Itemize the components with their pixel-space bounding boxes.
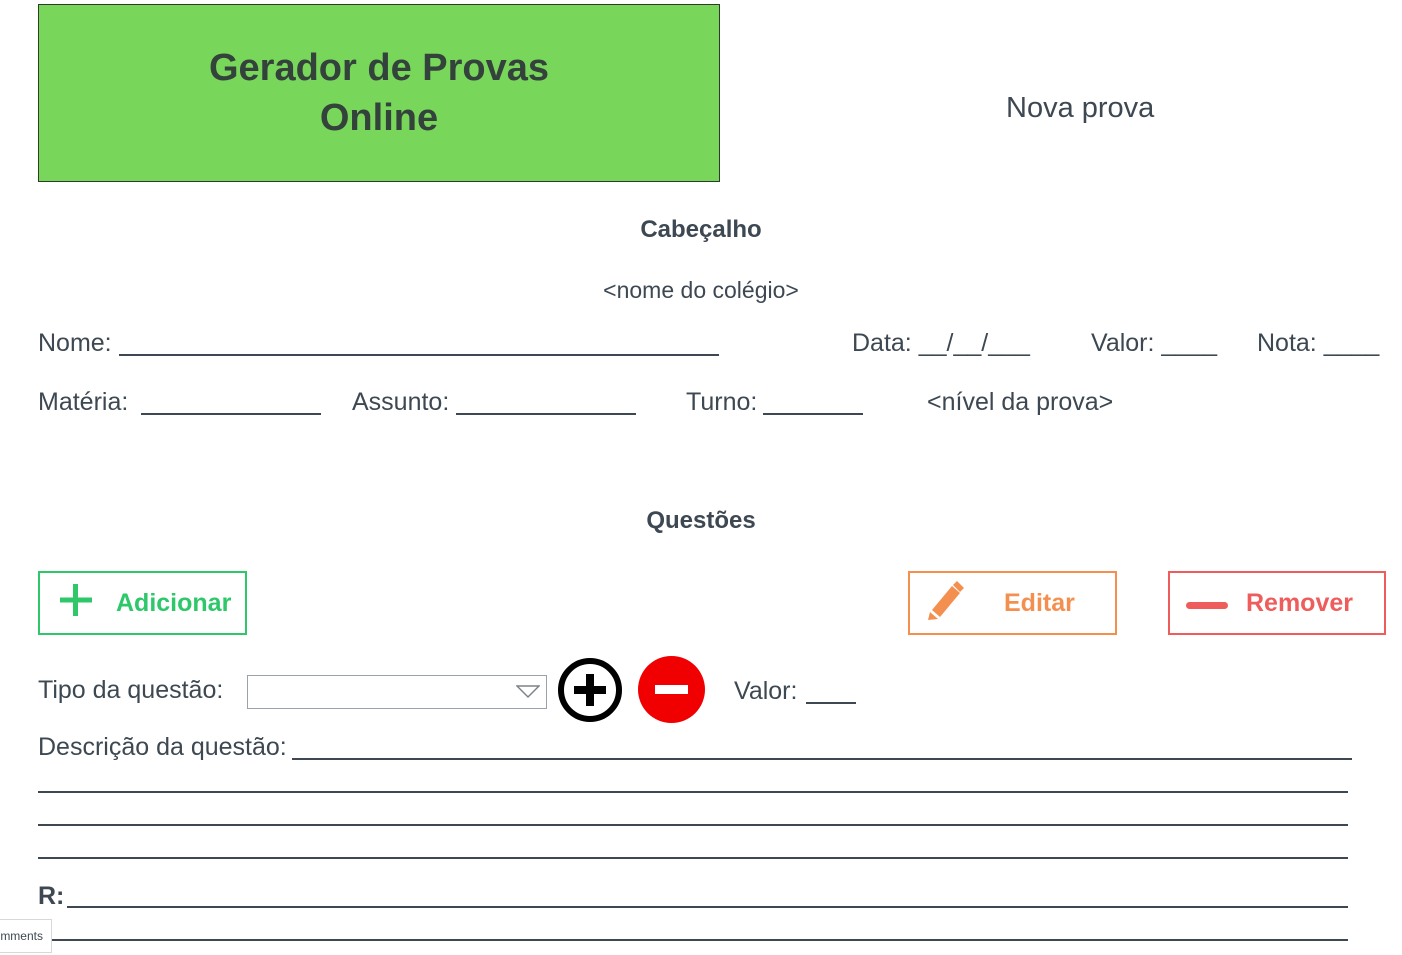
question-description-label: Descrição da questão: [38,733,287,761]
add-question-button[interactable]: Adicionar [38,571,247,635]
name-line[interactable] [119,354,719,356]
page-title: Nova prova [1006,92,1155,124]
shift-line[interactable] [763,413,863,415]
description-line[interactable] [38,824,1348,826]
app-title: Gerador de Provas Online [208,47,550,139]
comments-tab[interactable]: mments [0,919,52,953]
add-button-label: Adicionar [116,588,232,617]
plus-icon [58,582,94,625]
edit-question-button[interactable]: Editar [908,571,1117,635]
subject-label: Matéria: [38,388,129,416]
question-value-line[interactable] [806,702,856,704]
topic-line[interactable] [456,413,636,415]
subject-line[interactable] [141,413,321,415]
question-type-select[interactable] [247,675,547,709]
description-line[interactable] [38,791,1348,793]
app-title-box: Gerador de Provas Online [38,4,720,182]
minus-icon [1186,589,1228,618]
remove-question-button[interactable]: Remover [1168,571,1386,635]
name-label: Nome: [38,329,112,357]
header-section-title: Cabeçalho [640,216,762,243]
dropdown-arrow-icon [515,685,541,704]
remove-button-label: Remover [1246,588,1353,617]
questions-section-title: Questões [646,507,756,534]
answer-label: R: [38,882,65,910]
description-line[interactable] [38,857,1348,859]
value-label[interactable]: Valor: ____ [1091,329,1217,358]
description-line[interactable] [292,758,1352,760]
topic-label: Assunto: [352,388,450,416]
add-option-circle-icon[interactable] [558,658,622,722]
level-placeholder[interactable]: <nível da prova> [927,388,1113,417]
answer-line[interactable] [67,906,1348,908]
edit-button-label: Editar [1004,588,1075,617]
grade-label[interactable]: Nota: ____ [1257,329,1379,358]
remove-option-circle-icon[interactable] [638,656,705,723]
school-name-placeholder[interactable]: <nome do colégio> [0,277,1402,304]
question-type-label: Tipo da questão: [38,676,224,704]
question-value-label: Valor: [734,677,798,705]
answer-line[interactable] [52,939,1348,941]
shift-label: Turno: [686,388,758,416]
pencil-icon [926,580,964,627]
date-label[interactable]: Data: __/__/___ [852,329,1030,358]
